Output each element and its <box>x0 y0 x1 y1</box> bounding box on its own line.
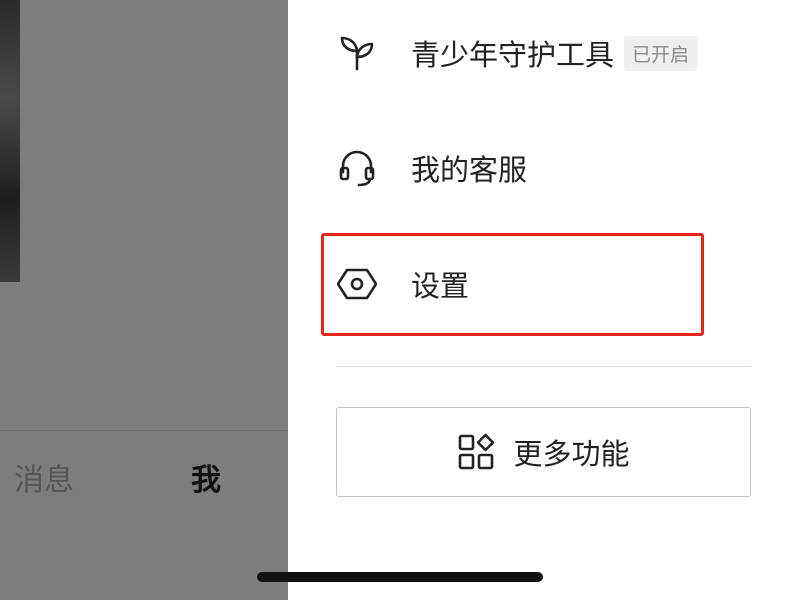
headset-icon <box>336 147 378 189</box>
menu-item-youth-protection[interactable]: 青少年守护工具 已开启 <box>336 23 698 83</box>
highlight-box <box>321 233 704 336</box>
tab-me[interactable]: 我 <box>191 458 221 504</box>
background-page: 消息 我 <box>0 0 288 600</box>
drawer-divider <box>336 366 751 367</box>
home-indicator[interactable] <box>257 572 543 582</box>
grid-apps-icon <box>457 433 495 471</box>
sprout-icon <box>336 32 378 74</box>
menu-item-label: 我的客服 <box>411 153 528 187</box>
menu-item-customer-service[interactable]: 我的客服 <box>336 138 527 198</box>
tab-bar-divider <box>0 430 288 431</box>
status-badge: 已开启 <box>624 35 698 71</box>
more-features-button[interactable]: 更多功能 <box>336 407 751 497</box>
menu-item-label: 青少年守护工具 <box>411 38 615 72</box>
tab-messages[interactable]: 消息 <box>14 458 74 504</box>
more-features-label: 更多功能 <box>513 437 630 471</box>
background-photo <box>0 0 20 282</box>
